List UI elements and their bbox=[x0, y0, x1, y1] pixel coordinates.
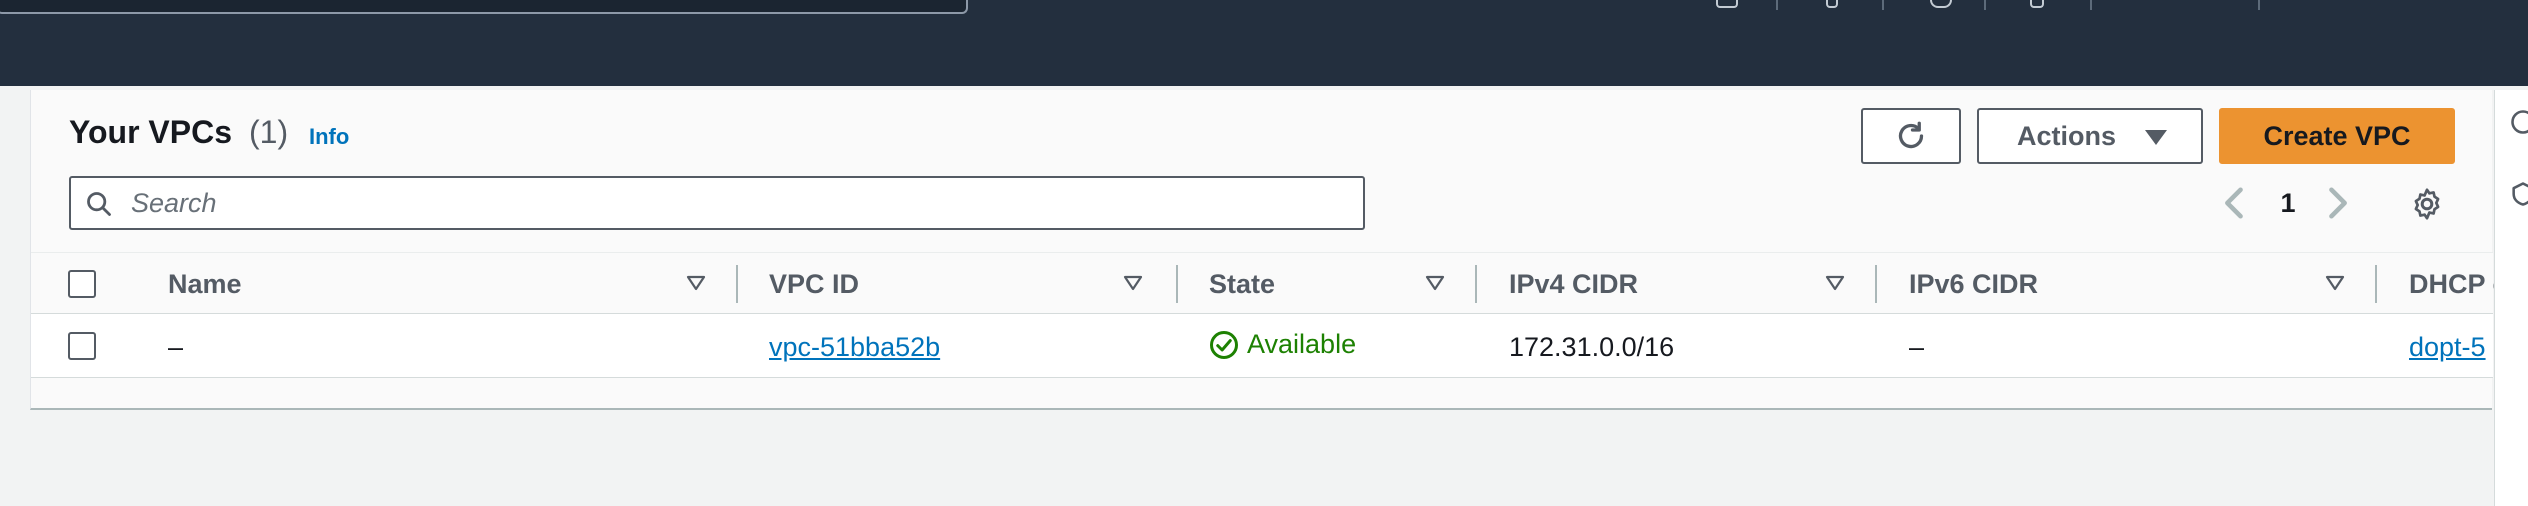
previous-page-icon[interactable] bbox=[2221, 186, 2245, 220]
cell-ipv6-cidr: – bbox=[1909, 332, 1925, 362]
vpc-list-panel: Your VPCs (1) Info Actions Create VPC 1 … bbox=[30, 90, 2509, 410]
column-resizer[interactable] bbox=[2375, 265, 2377, 303]
cloudshell-icon[interactable] bbox=[1716, 0, 1738, 8]
top-nav-bar: ⌕ bbox=[0, 0, 2528, 86]
nav-divider bbox=[1984, 0, 1986, 10]
search-field[interactable] bbox=[69, 176, 1365, 230]
column-resizer[interactable] bbox=[1875, 265, 1877, 303]
notifications-panel-icon[interactable] bbox=[2509, 108, 2528, 136]
cell-state: Available bbox=[1209, 329, 1356, 360]
right-side-rail bbox=[2494, 90, 2528, 506]
select-all-checkbox[interactable] bbox=[68, 270, 96, 298]
cell-name: – bbox=[168, 332, 184, 362]
gear-icon[interactable] bbox=[2409, 186, 2445, 222]
nav-divider bbox=[2090, 0, 2092, 10]
search-icon bbox=[87, 192, 111, 216]
table-row[interactable]: – vpc-51bba52b Available 172.31.0.0/16 –… bbox=[31, 314, 2493, 378]
nav-divider bbox=[1882, 0, 1884, 10]
global-search-field[interactable]: ⌕ bbox=[0, 0, 968, 14]
actions-dropdown[interactable]: Actions bbox=[1977, 108, 2203, 164]
create-vpc-button[interactable]: Create VPC bbox=[2219, 108, 2455, 164]
page-title: Your VPCs bbox=[69, 114, 232, 150]
sort-caret-icon[interactable] bbox=[2325, 273, 2345, 293]
shield-icon[interactable] bbox=[2509, 180, 2528, 208]
caret-down-icon bbox=[2145, 130, 2167, 145]
column-header-name[interactable]: Name bbox=[168, 269, 242, 300]
refresh-button[interactable] bbox=[1861, 108, 1961, 164]
current-page-number[interactable]: 1 bbox=[2275, 188, 2301, 219]
settings-icon[interactable] bbox=[2030, 0, 2044, 8]
check-circle-icon bbox=[1210, 330, 1238, 359]
notifications-icon[interactable] bbox=[1826, 0, 1838, 8]
sort-caret-icon[interactable] bbox=[1123, 273, 1143, 293]
table-header: Name VPC ID State IPv4 CIDR IPv6 CIDR DH… bbox=[31, 252, 2509, 314]
column-header-state[interactable]: State bbox=[1209, 269, 1275, 300]
sort-caret-icon[interactable] bbox=[1425, 273, 1445, 293]
status-text: Available bbox=[1247, 329, 1357, 359]
actions-label: Actions bbox=[2017, 120, 2117, 151]
column-resizer[interactable] bbox=[736, 265, 738, 303]
cell-dhcp-options-link[interactable]: dopt-5 bbox=[2409, 332, 2486, 363]
column-resizer[interactable] bbox=[1176, 265, 1178, 303]
info-link[interactable]: Info bbox=[309, 124, 349, 150]
vpc-count: (1) bbox=[249, 114, 289, 150]
next-page-icon[interactable] bbox=[2327, 186, 2351, 220]
sort-caret-icon[interactable] bbox=[686, 273, 706, 293]
nav-divider bbox=[2258, 0, 2260, 10]
refresh-icon bbox=[1898, 121, 1924, 149]
nav-divider bbox=[1776, 0, 1778, 10]
cell-ipv4-cidr: 172.31.0.0/16 bbox=[1509, 332, 1675, 362]
sort-caret-icon[interactable] bbox=[1825, 273, 1845, 293]
column-header-ipv4-cidr[interactable]: IPv4 CIDR bbox=[1509, 269, 1638, 300]
row-select-checkbox[interactable] bbox=[68, 332, 96, 360]
help-icon[interactable] bbox=[1930, 0, 1952, 8]
cell-vpc-id-link[interactable]: vpc-51bba52b bbox=[769, 332, 940, 363]
column-header-vpc-id[interactable]: VPC ID bbox=[769, 269, 859, 300]
column-header-ipv6-cidr[interactable]: IPv6 CIDR bbox=[1909, 269, 2038, 300]
column-resizer[interactable] bbox=[1475, 265, 1477, 303]
search-input[interactable] bbox=[131, 186, 1331, 220]
